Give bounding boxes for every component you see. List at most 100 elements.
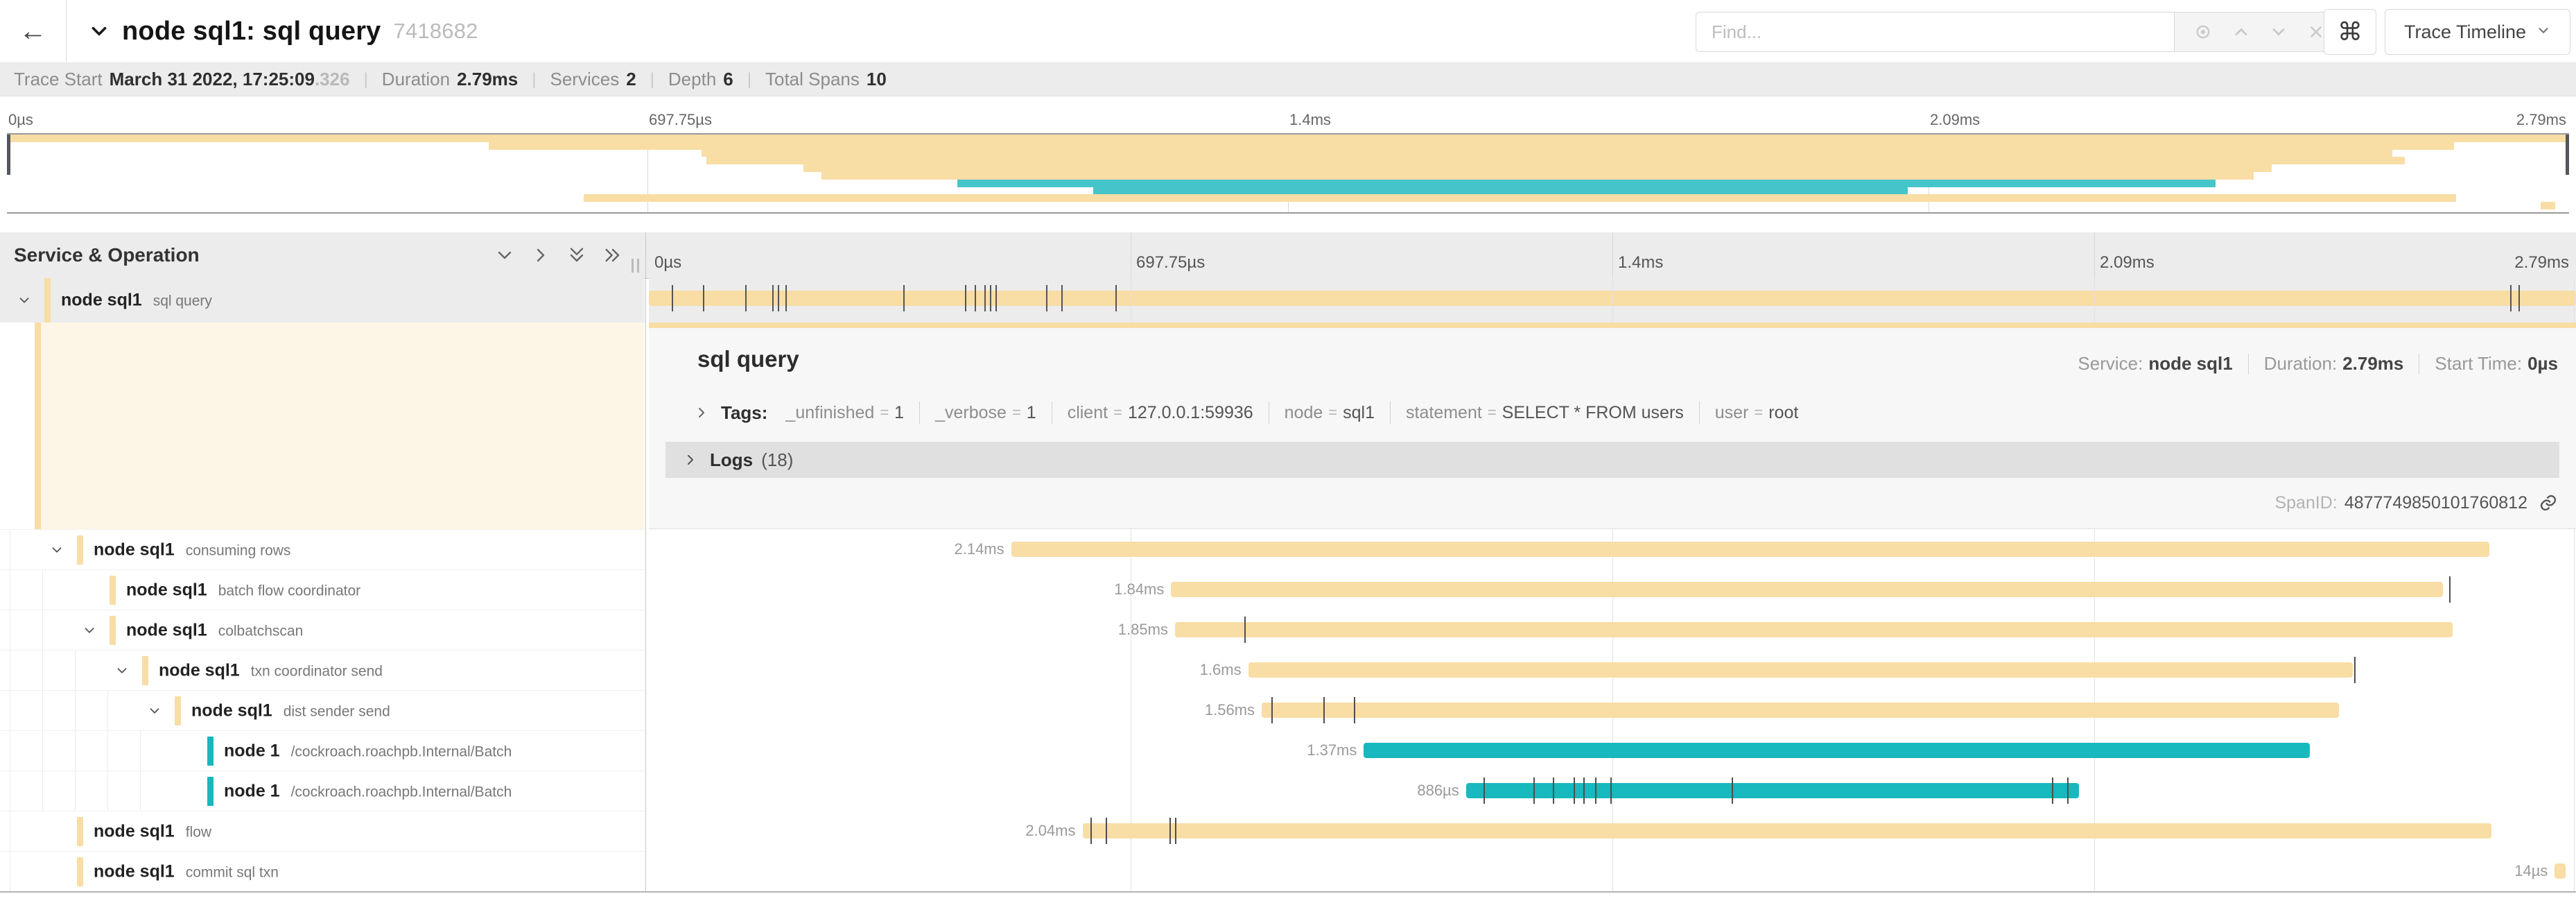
span-tree-row[interactable]: node sql1batch flow coordinator	[0, 569, 645, 610]
span-row-root-left[interactable]: node sql1sql query	[0, 278, 645, 322]
minimap-time-label: 2.09ms	[1930, 111, 1980, 129]
span-bar[interactable]	[1011, 542, 2489, 557]
keyboard-shortcuts-button[interactable]: ⌘	[2324, 9, 2376, 55]
panel-resize-grip[interactable]	[627, 259, 643, 273]
ruler-time-label: 697.75µs	[1136, 253, 1205, 273]
span-bar-row[interactable]: 1.6ms	[649, 650, 2576, 690]
span-tree-row[interactable]: node 1/cockroach.roachpb.Internal/Batch	[0, 730, 645, 771]
span-bar-row[interactable]: 2.04ms	[649, 811, 2576, 851]
span-detail-panel: sql query Service:node sql1 Duration:2.7…	[649, 322, 2576, 529]
span-duration-label: 886µs	[1417, 771, 1459, 811]
span-tree-row[interactable]: node sql1txn coordinator send	[0, 650, 645, 690]
trace-info-label: Services	[550, 69, 620, 90]
span-bar[interactable]	[2555, 863, 2565, 879]
span-bar[interactable]	[1083, 823, 2491, 839]
tree-indent-guide	[75, 731, 76, 771]
logs-accordion[interactable]: Logs (18)	[665, 442, 2559, 478]
span-log-tick	[995, 285, 997, 311]
tree-controls	[494, 232, 624, 278]
minimap-span-bar	[706, 157, 2405, 164]
trace-info-bar: Trace StartMarch 31 2022, 17:25:09.326|D…	[0, 63, 2576, 96]
span-name: node 1/cockroach.roachpb.Internal/Batch	[224, 781, 512, 801]
span-bar-row[interactable]: 2.14ms	[649, 529, 2576, 569]
span-bar[interactable]	[1262, 703, 2339, 718]
span-log-tick	[1574, 777, 1575, 804]
span-tree-row[interactable]: node sql1commit sql txn	[0, 851, 645, 891]
tag-item: _verbose=1	[935, 403, 1036, 423]
next-match-icon[interactable]	[2269, 22, 2288, 42]
span-bar[interactable]	[1171, 582, 2443, 597]
minimap-span-bar	[957, 180, 2216, 187]
span-bar-row[interactable]: 886µs	[649, 771, 2576, 811]
expander-chevron-icon[interactable]	[147, 703, 162, 719]
clear-find-icon[interactable]	[2307, 23, 2325, 41]
minimap-left-scrubber[interactable]	[7, 135, 10, 175]
span-log-tick	[672, 285, 673, 311]
minimap-span-bar	[2541, 202, 2555, 209]
span-name: node sql1batch flow coordinator	[126, 580, 360, 600]
span-tree-row[interactable]: node sql1colbatchscan	[0, 610, 645, 650]
span-bar-row[interactable]: 14µs	[649, 851, 2576, 891]
expand-all-icon[interactable]	[602, 244, 624, 266]
link-icon[interactable]	[2539, 493, 2558, 513]
minimap-span-row	[7, 142, 2569, 150]
span-bar[interactable]	[1175, 622, 2453, 637]
expander-chevron-icon[interactable]	[49, 542, 64, 558]
trace-info-value: 10	[867, 69, 887, 90]
span-log-tick	[1244, 617, 1246, 643]
focus-match-icon[interactable]	[2193, 22, 2213, 42]
span-bar[interactable]	[649, 291, 2576, 306]
span-color-strip	[77, 817, 83, 846]
prev-match-icon[interactable]	[2231, 22, 2251, 42]
expander-chevron-icon[interactable]	[17, 293, 32, 308]
span-bar[interactable]	[1364, 743, 2310, 758]
span-tree-row[interactable]: node sql1dist sender send	[0, 690, 645, 730]
span-tree-row[interactable]: node sql1flow	[0, 811, 645, 851]
span-log-tick	[1046, 285, 1047, 311]
span-log-tick	[990, 285, 991, 311]
span-detail-minibar	[649, 322, 2576, 328]
find-input[interactable]	[1696, 12, 2174, 52]
span-log-tick	[1483, 777, 1485, 804]
back-button[interactable]: ←	[0, 0, 67, 62]
trace-info-value-suffix: .326	[315, 69, 350, 90]
span-color-strip	[77, 535, 83, 565]
span-bar-row[interactable]: 1.56ms	[649, 690, 2576, 730]
collapse-one-icon[interactable]	[494, 244, 516, 266]
tree-indent-guide	[42, 771, 43, 811]
span-log-tick	[1553, 777, 1554, 804]
trace-minimap[interactable]	[7, 133, 2569, 214]
expander-chevron-icon[interactable]	[82, 623, 97, 638]
span-tree-row[interactable]: node sql1consuming rows	[0, 529, 645, 569]
span-log-tick	[903, 285, 905, 311]
tree-indent-guide	[107, 731, 108, 771]
span-row-root-bar[interactable]	[649, 278, 2576, 322]
span-bar[interactable]	[1248, 662, 2353, 678]
expand-one-icon[interactable]	[530, 244, 552, 266]
span-log-tick	[785, 285, 787, 311]
tree-indent-guide	[42, 691, 43, 730]
span-bar-row[interactable]: 1.85ms	[649, 610, 2576, 650]
span-log-tick	[1610, 777, 1612, 804]
minimap-right-scrubber[interactable]	[2566, 135, 2569, 175]
minimap-span-row	[7, 157, 2569, 164]
minimap-span-bar	[489, 142, 2454, 150]
chevron-right-icon	[693, 404, 710, 421]
minimap-span-row	[7, 164, 2569, 172]
tag-item: _unfinished=1	[785, 403, 904, 423]
span-bar[interactable]	[1466, 783, 2079, 798]
span-color-strip	[44, 278, 51, 322]
trace-collapse-icon[interactable]	[87, 0, 111, 62]
view-selector-button[interactable]: Trace Timeline	[2385, 9, 2570, 55]
span-log-tick	[772, 285, 774, 311]
expander-chevron-icon[interactable]	[114, 663, 130, 678]
ruler-time-label: 1.4ms	[1618, 253, 1663, 273]
panel-divider[interactable]	[645, 232, 646, 891]
span-tree-row[interactable]: node 1/cockroach.roachpb.Internal/Batch	[0, 771, 645, 811]
span-bar-row[interactable]: 1.37ms	[649, 730, 2576, 771]
span-bar-row[interactable]: 1.84ms	[649, 569, 2576, 610]
collapse-all-icon[interactable]	[566, 244, 588, 266]
page-header: ← node sql1: sql query 7418682	[0, 0, 2576, 63]
back-arrow-icon: ←	[19, 16, 47, 47]
tags-accordion[interactable]: Tags: _unfinished=1_verbose=1client=127.…	[693, 397, 1798, 428]
